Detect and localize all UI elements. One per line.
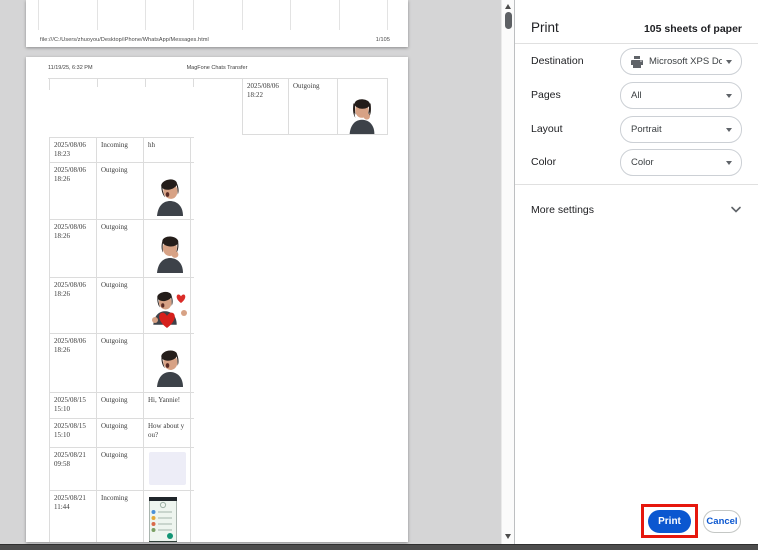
scroll-down-icon[interactable] — [505, 534, 511, 539]
table-column-line — [97, 0, 98, 30]
page-footer: file:///C:/Users/zhuoyou/Desktop/iPhone/… — [40, 37, 390, 43]
cell-message-text: How about you? — [144, 419, 191, 447]
table-border-tick — [145, 78, 146, 87]
color-value: Color — [631, 157, 722, 168]
field-label: Color — [531, 156, 556, 168]
print-preview-area: file:///C:/Users/zhuoyou/Desktop/iPhone/… — [0, 0, 501, 544]
field-layout: Layout Portrait — [531, 116, 742, 143]
table-column-line — [242, 0, 243, 30]
cell-direction: Outgoing — [97, 334, 144, 392]
table-border-tick — [193, 78, 194, 87]
annotation-red-box: Print — [641, 504, 698, 538]
table-row: 2025/08/1515:10OutgoingHi, Yannie! — [50, 393, 194, 419]
layout-value: Portrait — [631, 124, 722, 135]
cell-direction: Incoming — [97, 491, 144, 542]
field-pages: Pages All — [531, 82, 742, 109]
footer-url: file:///C:/Users/zhuoyou/Desktop/iPhone/… — [40, 37, 209, 43]
dropdown-arrow-icon — [726, 94, 732, 98]
table-row: 2025/08/0618:23Incominghh — [50, 138, 194, 163]
footer-page-number: 1/105 — [376, 37, 390, 43]
table-row: 2025/08/2109:58Outgoing — [50, 448, 194, 491]
cell-direction: Outgoing — [97, 278, 144, 333]
field-label: Destination — [531, 55, 584, 67]
print-button[interactable]: Print — [648, 510, 691, 533]
cell-date: 2025/08/0618:26 — [50, 278, 97, 333]
cell-direction: Incoming — [97, 138, 144, 162]
chrome-print-dialog: file:///C:/Users/zhuoyou/Desktop/iPhone/… — [0, 0, 758, 550]
field-destination: Destination Microsoft XPS Documer — [531, 48, 742, 75]
cell-date: 2025/08/06 18:22 — [243, 78, 289, 134]
sheets-count: 105 sheets of paper — [644, 23, 742, 35]
sticker-laughing-man — [144, 163, 191, 219]
preview-page-1: file:///C:/Users/zhuoyou/Desktop/iPhone/… — [26, 0, 408, 47]
table-column-line — [290, 0, 291, 30]
cell-date: 2025/08/0618:23 — [50, 138, 97, 162]
sticker-singing-man — [144, 334, 191, 392]
table-column-line — [38, 0, 39, 30]
color-select[interactable]: Color — [620, 149, 742, 176]
window-bottom-bar — [0, 544, 758, 550]
pages-select[interactable]: All — [620, 82, 742, 109]
cell-date: 2025/08/1515:10 — [50, 393, 97, 418]
table-row: 2025/08/1515:10OutgoingHow about you? — [50, 419, 194, 448]
cell-direction: Outgoing — [289, 78, 338, 134]
cancel-button[interactable]: Cancel — [703, 510, 741, 533]
table-row: 2025/08/0618:26Outgoing — [50, 220, 194, 278]
cell-date: 2025/08/2109:58 — [50, 448, 97, 490]
cell-message-text: hh — [144, 138, 191, 162]
preview-scrollbar[interactable] — [501, 0, 514, 544]
dropdown-arrow-icon — [726, 128, 732, 132]
scroll-up-icon[interactable] — [505, 4, 511, 9]
chevron-down-icon — [730, 201, 742, 219]
more-settings-toggle[interactable]: More settings — [531, 196, 742, 223]
panel-title: Print — [531, 20, 559, 35]
layout-select[interactable]: Portrait — [620, 116, 742, 143]
pages-value: All — [631, 90, 722, 101]
cell-date: 2025/08/0618:26 — [50, 163, 97, 219]
printer-icon — [631, 56, 643, 68]
screenshot-whatsapp-settings — [144, 491, 191, 542]
table-row: 2025/08/0618:26Outgoing — [50, 163, 194, 220]
cell-direction: Outgoing — [97, 393, 144, 418]
cell-date: 2025/08/1515:10 — [50, 419, 97, 447]
table-border-tick — [49, 78, 50, 90]
table-row: 2025/08/0618:26Outgoing — [50, 334, 194, 393]
divider — [515, 43, 758, 44]
dropdown-arrow-icon — [726, 161, 732, 165]
page-header-title: MagFone Chats Transfer — [26, 65, 408, 71]
scrollbar-thumb[interactable] — [505, 12, 512, 29]
print-settings-panel: Print 105 sheets of paper Destination Mi… — [514, 0, 758, 544]
table-column-line — [387, 0, 388, 30]
field-label: Pages — [531, 89, 561, 101]
field-color: Color Color — [531, 149, 742, 176]
sticker-thinking-woman — [338, 78, 388, 134]
divider — [515, 184, 758, 185]
preview-page-2: 11/19/25, 6:32 PM MagFone Chats Transfer… — [26, 57, 408, 542]
table-border-tick — [97, 78, 98, 87]
cell-direction: Outgoing — [97, 163, 144, 219]
cell-direction: Outgoing — [97, 448, 144, 490]
table-column-line — [193, 0, 194, 30]
destination-select[interactable]: Microsoft XPS Documer — [620, 48, 742, 75]
field-label: Layout — [531, 123, 563, 135]
cell-date: 2025/08/0618:26 — [50, 334, 97, 392]
sticker-thinking-man — [144, 220, 191, 277]
cell-date: 2025/08/0618:26 — [50, 220, 97, 277]
table-column-line — [145, 0, 146, 30]
blank-image — [144, 448, 191, 490]
messages-table: 2025/08/0618:23Incominghh2025/08/0618:26… — [49, 137, 194, 542]
destination-value: Microsoft XPS Documer — [649, 56, 722, 67]
table-row: 2025/08/2111:44Incoming — [50, 491, 194, 542]
table-row-fragment: 2025/08/06 18:22 Outgoing — [242, 78, 388, 135]
table-row: 2025/08/0618:26Outgoing — [50, 278, 194, 334]
cell-message-text: Hi, Yannie! — [144, 393, 191, 418]
table-column-line — [339, 0, 340, 30]
cell-direction: Outgoing — [97, 419, 144, 447]
cell-date: 2025/08/2111:44 — [50, 491, 97, 542]
cell-direction: Outgoing — [97, 220, 144, 277]
sticker-man-with-hearts — [144, 278, 191, 333]
dropdown-arrow-icon — [726, 60, 732, 64]
